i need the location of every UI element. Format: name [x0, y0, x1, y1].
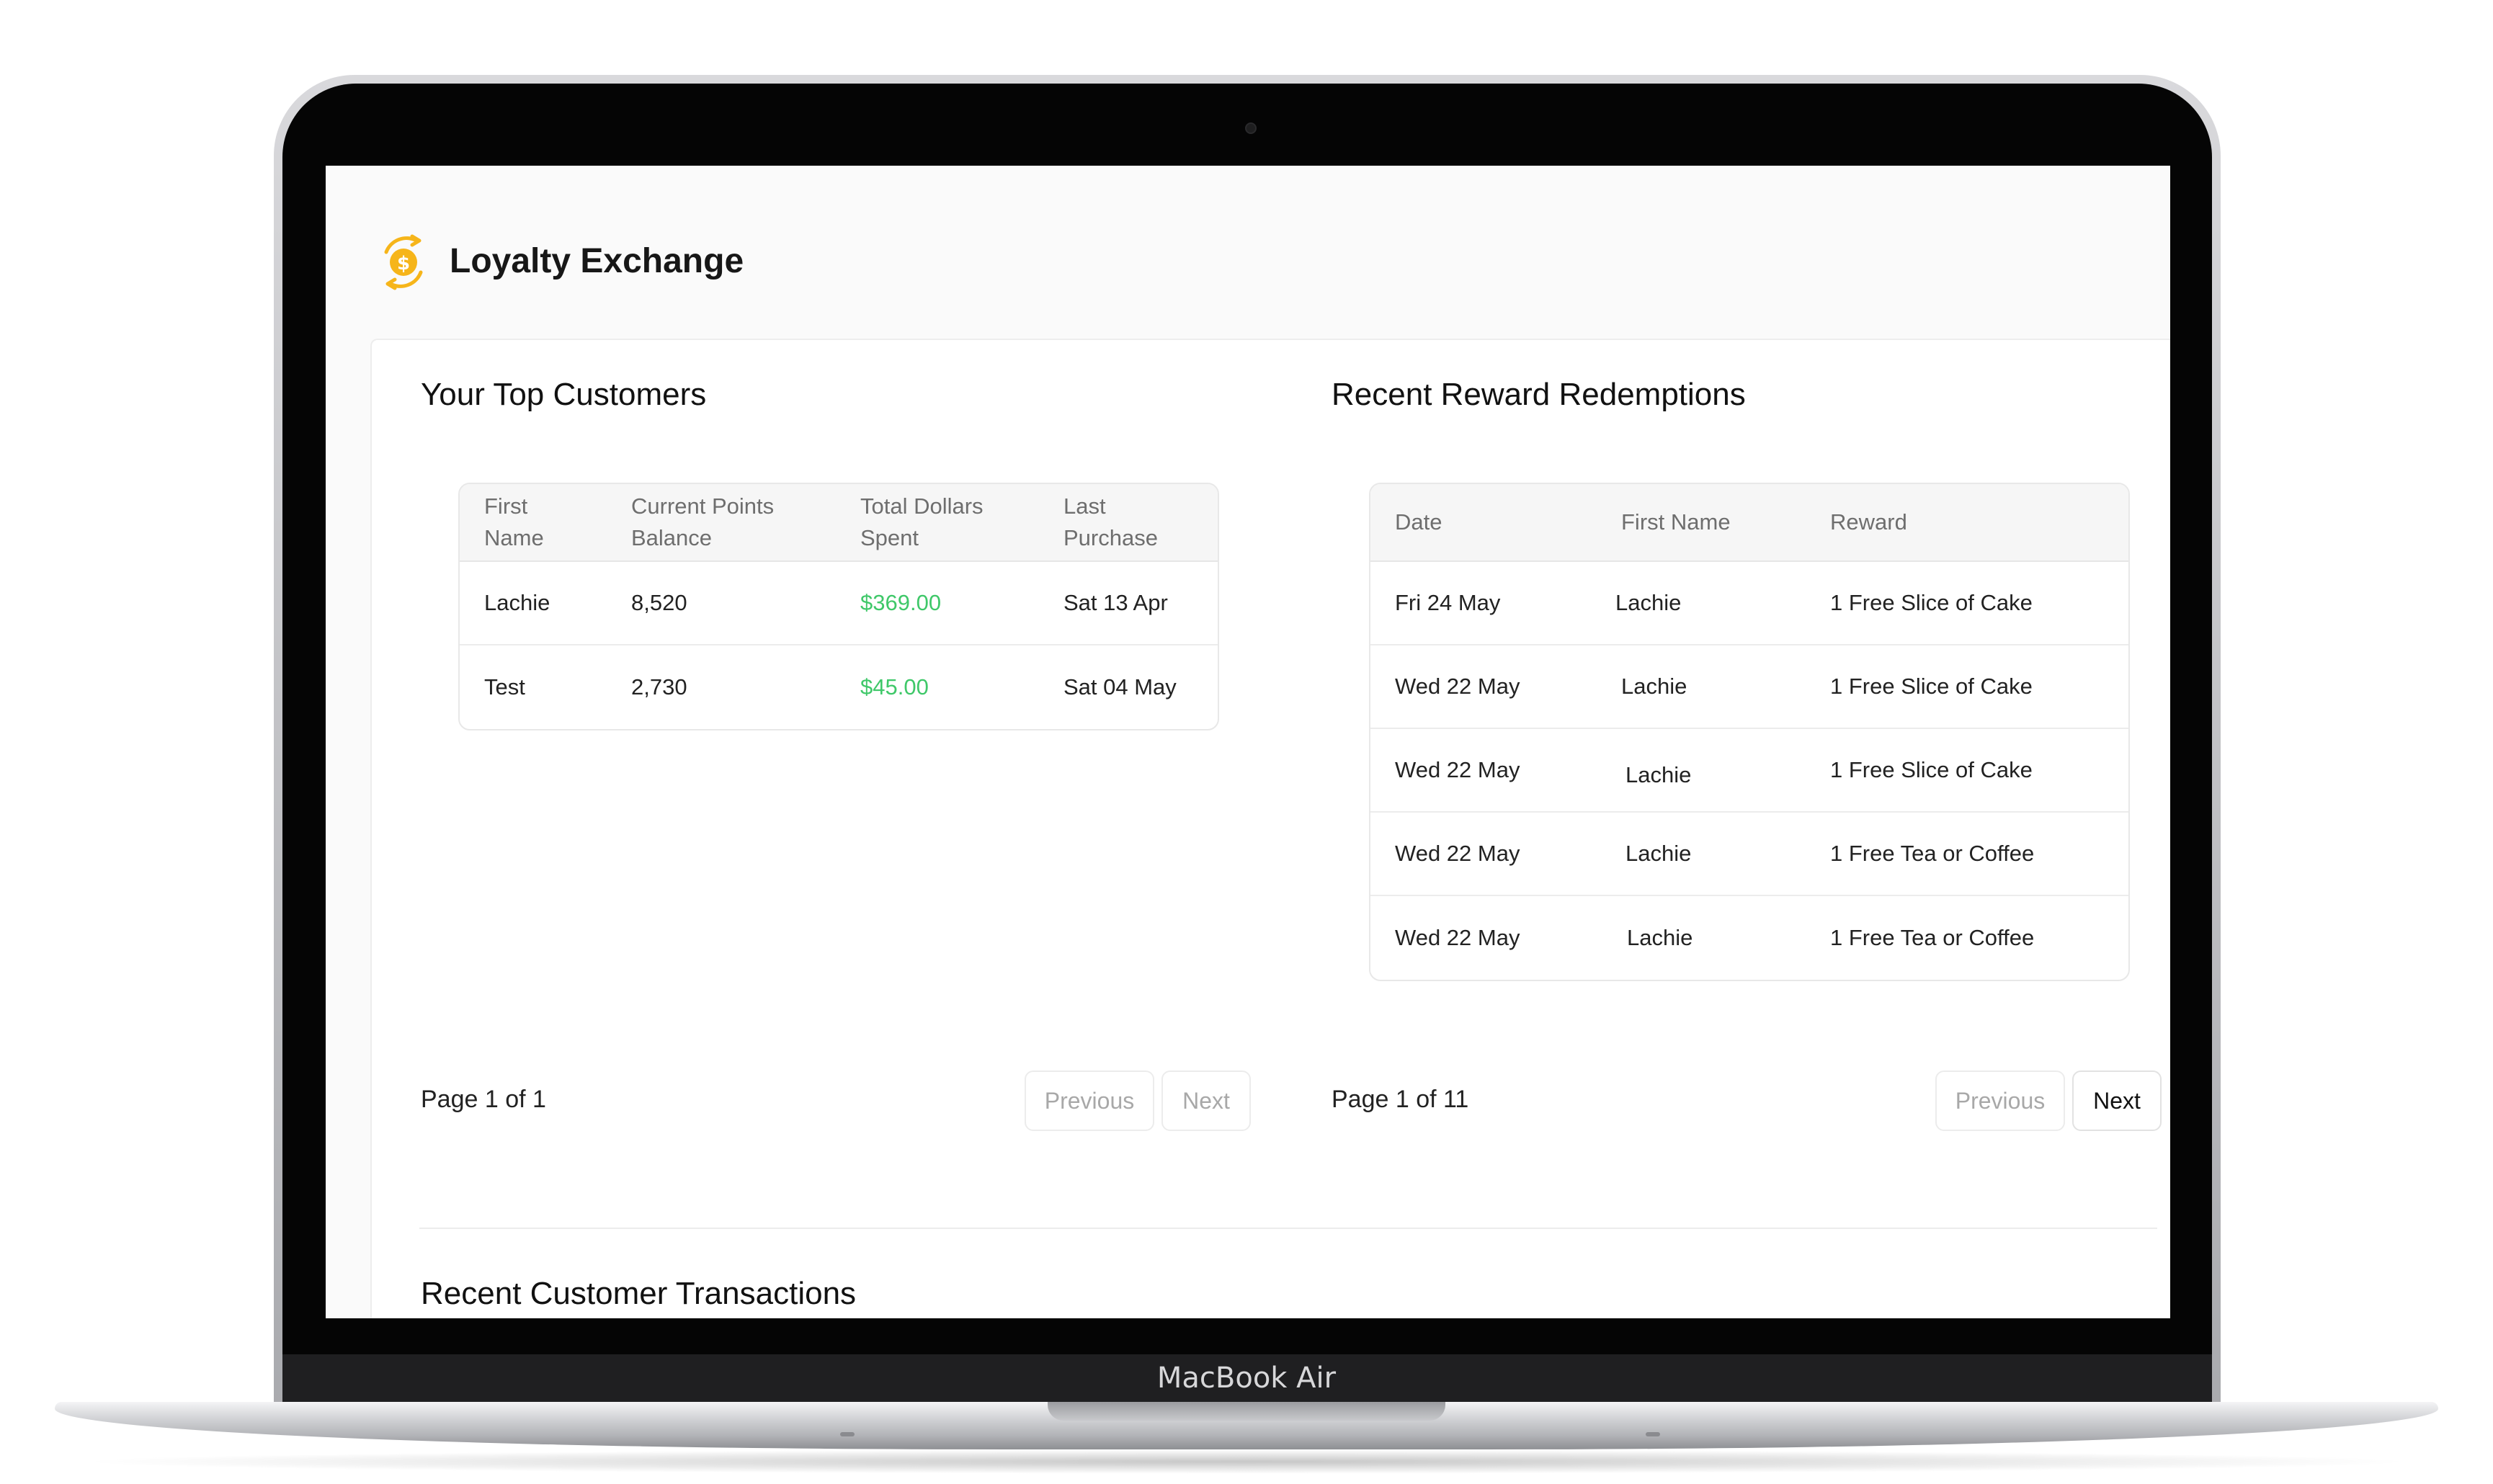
date-cell: Wed 22 May — [1395, 841, 1520, 866]
column-header: First Name — [484, 493, 544, 550]
section-divider — [419, 1228, 2157, 1229]
laptop-shadow — [72, 1449, 2421, 1474]
redemptions-next-button[interactable]: Next — [2072, 1070, 2162, 1131]
date-cell: Wed 22 May — [1395, 757, 1520, 782]
reward-cell: 1 Free Tea or Coffee — [1830, 841, 2035, 866]
laptop-hinge-notch — [1048, 1402, 1445, 1421]
reward-cell: 1 Free Slice of Cake — [1830, 590, 2033, 615]
points-cell: 2,730 — [631, 674, 687, 699]
redemptions-previous-button[interactable]: Previous — [1935, 1070, 2065, 1131]
first-name-cell: Lachie — [1615, 590, 1682, 615]
spent-cell: $369.00 — [860, 590, 942, 615]
coin-exchange-icon: $ — [384, 234, 423, 290]
column-header: Total Dollars Spent — [860, 493, 984, 550]
column-header: Last Purchase — [1063, 493, 1158, 550]
reward-cell: 1 Free Tea or Coffee — [1830, 925, 2035, 950]
table-row[interactable]: Wed 22 May Lachie 1 Free Tea or Coffee — [1370, 813, 2128, 896]
redemptions-title: Recent Reward Redemptions — [1332, 377, 1746, 412]
table-row[interactable]: Wed 22 May Lachie 1 Free Slice of Cake — [1370, 645, 2128, 729]
device-label: MacBook Air — [1156, 1362, 1337, 1395]
date-cell: Wed 22 May — [1395, 674, 1520, 699]
spent-cell: $45.00 — [860, 674, 929, 699]
table-row[interactable]: Fri 24 May Lachie 1 Free Slice of Cake — [1370, 562, 2128, 645]
first-name-cell: Test — [484, 674, 525, 699]
redemptions-page-indicator: Page 1 of 11 — [1332, 1086, 1469, 1113]
laptop-foot-right — [1646, 1432, 1660, 1436]
date-cell: Fri 24 May — [1395, 590, 1501, 615]
app-screen: $ Loyalty Exchange Your Top Customers Fi… — [326, 166, 2170, 1318]
column-header: First Name — [1621, 509, 1731, 535]
table-header: Date First Name Reward — [1370, 484, 2128, 562]
app-header: $ Loyalty Exchange — [326, 166, 2170, 339]
column-header: Current Points Balance — [631, 493, 775, 550]
top-customers-next-button[interactable]: Next — [1161, 1070, 1251, 1131]
first-name-cell: Lachie — [1621, 674, 1687, 699]
column-header: Date — [1395, 509, 1442, 535]
top-customers-page-indicator: Page 1 of 1 — [421, 1086, 546, 1113]
laptop-foot-left — [840, 1432, 855, 1436]
camera-icon — [1245, 122, 1257, 134]
top-customers-previous-button[interactable]: Previous — [1025, 1070, 1154, 1131]
first-name-cell: Lachie — [1625, 841, 1692, 866]
first-name-cell: Lachie — [1627, 925, 1693, 950]
table-header: First Name Current Points Balance Total … — [460, 484, 1218, 562]
table-row[interactable]: Lachie 8,520 $369.00 Sat 13 Apr — [460, 562, 1218, 645]
first-name-cell: Lachie — [484, 590, 550, 615]
svg-text:$: $ — [397, 253, 410, 274]
last-purchase-cell: Sat 13 Apr — [1063, 590, 1168, 615]
first-name-cell: Lachie — [1625, 762, 1692, 787]
top-customers-title: Your Top Customers — [421, 377, 707, 412]
redemptions-table: Date First Name Reward Fri 24 May Lachie… — [1369, 483, 2130, 981]
points-cell: 8,520 — [631, 590, 687, 615]
column-header: Reward — [1830, 509, 1907, 535]
reward-cell: 1 Free Slice of Cake — [1830, 757, 2033, 782]
app-title: Loyalty Exchange — [450, 242, 744, 280]
transactions-title: Recent Customer Transactions — [421, 1276, 857, 1311]
table-row[interactable]: Wed 22 May Lachie 1 Free Slice of Cake — [1370, 729, 2128, 813]
date-cell: Wed 22 May — [1395, 925, 1520, 950]
table-row[interactable]: Wed 22 May Lachie 1 Free Tea or Coffee — [1370, 896, 2128, 980]
table-row[interactable]: Test 2,730 $45.00 Sat 04 May — [460, 645, 1218, 729]
last-purchase-cell: Sat 04 May — [1063, 674, 1177, 699]
top-customers-table: First Name Current Points Balance Total … — [458, 483, 1219, 730]
reward-cell: 1 Free Slice of Cake — [1830, 674, 2033, 699]
